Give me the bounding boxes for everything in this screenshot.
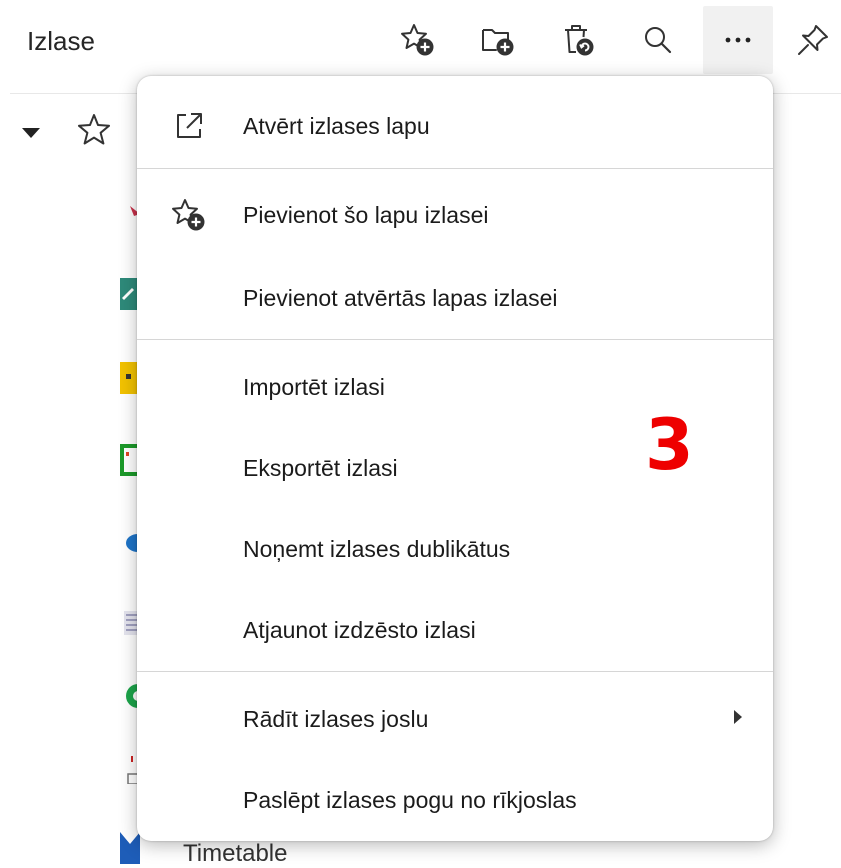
submenu-arrow-icon [733, 709, 743, 730]
menu-item-add-this-page[interactable]: Pievienot šo lapu izlasei [137, 181, 773, 249]
menu-item-label: Noņemt izlases dublikātus [243, 535, 511, 562]
menu-item-show-favorites-bar[interactable]: Rādīt izlases joslu [137, 685, 773, 753]
add-folder-icon [482, 29, 514, 56]
menu-item-label: Pievienot atvērtās lapas izlasei [243, 284, 558, 311]
menu-item-restore-deleted[interactable]: Atjaunot izdzēsto izlasi [137, 596, 773, 664]
menu-separator [137, 339, 773, 340]
menu-separator [137, 168, 773, 169]
menu-item-add-open-pages[interactable]: Pievienot atvērtās lapas izlasei [137, 264, 773, 332]
star-icon [78, 114, 110, 145]
more-options-button[interactable] [703, 6, 773, 74]
deleted-favorites-icon [565, 25, 594, 56]
panel-title: Izlase [27, 26, 95, 56]
add-favorite-button[interactable] [383, 6, 453, 74]
deleted-favorites-button[interactable] [543, 6, 613, 74]
menu-item-label: Rādīt izlases joslu [243, 705, 429, 732]
annotation-number: 3 [645, 404, 694, 486]
menu-item-label: Paslēpt izlases pogu no rīkjoslas [243, 786, 577, 813]
menu-separator [137, 671, 773, 672]
menu-item-remove-duplicates[interactable]: Noņemt izlases dublikātus [137, 515, 773, 583]
menu-item-label: Atvērt izlases lapu [243, 112, 430, 139]
more-options-icon [725, 37, 751, 43]
menu-item-hide-favorites-button[interactable]: Paslēpt izlases pogu no rīkjoslas [137, 766, 773, 834]
search-icon [645, 27, 672, 54]
search-button[interactable] [623, 6, 693, 74]
add-favorite-icon [401, 24, 434, 56]
menu-item-label: Eksportēt izlasi [243, 454, 398, 481]
menu-item-label: Pievienot šo lapu izlasei [243, 201, 489, 228]
add-favorite-icon [172, 199, 205, 231]
menu-item-label: Atjaunot izdzēsto izlasi [243, 616, 476, 643]
menu-item-open-favorites-page[interactable]: Atvērt izlases lapu [137, 92, 773, 160]
favicon-icon [120, 832, 140, 864]
pin-button[interactable] [785, 6, 841, 74]
favorite-item-label[interactable]: Timetable [183, 840, 287, 868]
pin-icon [798, 25, 828, 55]
menu-item-label: Importēt izlasi [243, 373, 385, 400]
open-external-icon [177, 113, 202, 138]
collapse-caret-icon[interactable] [20, 126, 42, 140]
add-folder-button[interactable] [463, 6, 533, 74]
